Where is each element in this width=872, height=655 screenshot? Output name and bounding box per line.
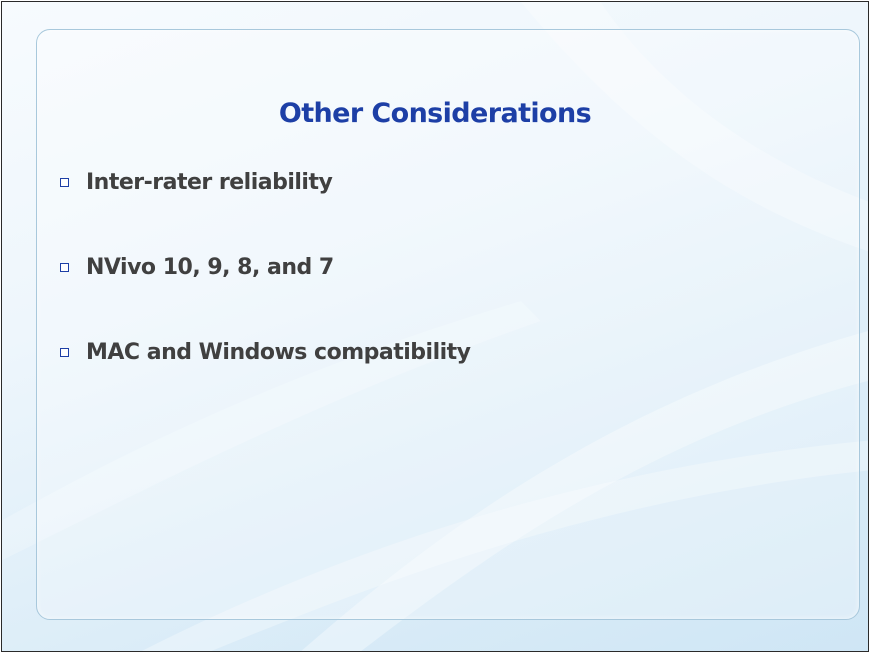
- bullet-text: Inter-rater reliability: [86, 169, 333, 195]
- slide-title: Other Considerations: [278, 98, 592, 129]
- bullet-list: Inter-rater reliability NVivo 10, 9, 8, …: [60, 162, 471, 417]
- bullet-item-nvivo-versions: NVivo 10, 9, 8, and 7: [60, 247, 471, 287]
- hollow-square-icon: [60, 262, 69, 272]
- hollow-square-icon: [60, 347, 69, 357]
- bullet-text: NVivo 10, 9, 8, and 7: [86, 254, 334, 280]
- bullet-text: MAC and Windows compatibility: [86, 339, 471, 365]
- bullet-item-inter-rater-reliability: Inter-rater reliability: [60, 162, 471, 202]
- slide: Other Considerations Inter-rater reliabi…: [1, 1, 869, 652]
- bullet-item-mac-windows-compatibility: MAC and Windows compatibility: [60, 332, 471, 372]
- hollow-square-icon: [60, 177, 69, 187]
